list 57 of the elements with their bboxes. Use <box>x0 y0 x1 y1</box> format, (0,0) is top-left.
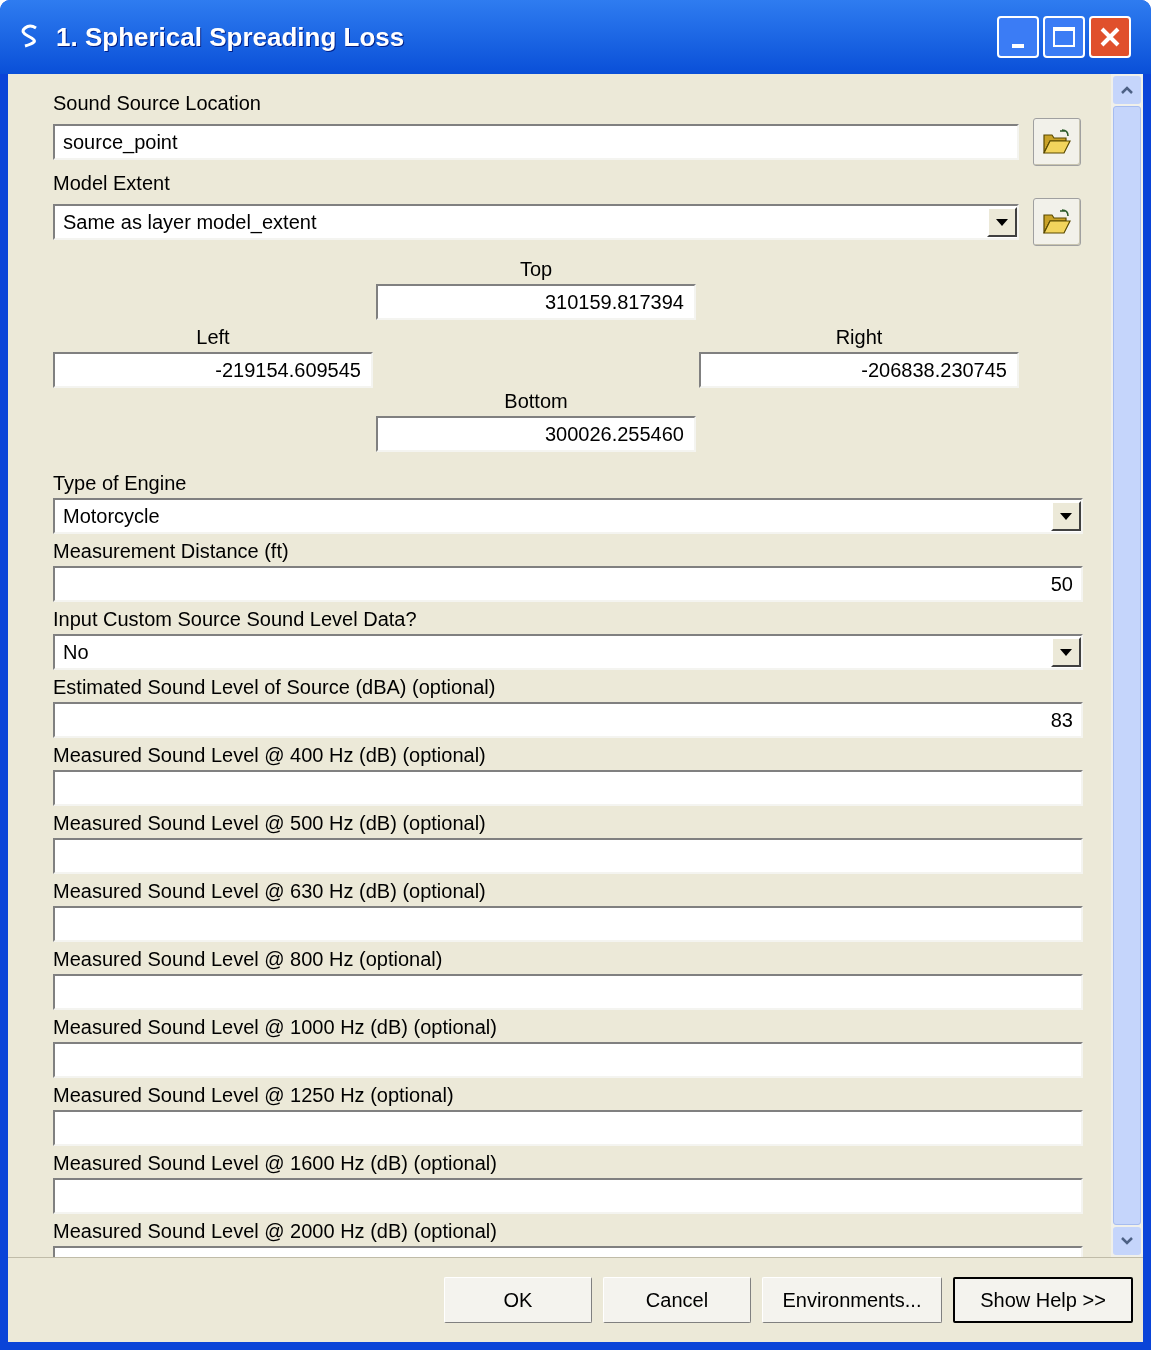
close-icon <box>1099 26 1121 48</box>
extent-field[interactable]: 310159.817394 <box>376 284 696 320</box>
input-field[interactable] <box>53 906 1083 942</box>
input-field[interactable]: 50 <box>53 566 1083 602</box>
input-field[interactable] <box>53 1178 1083 1214</box>
minimize-button[interactable] <box>997 16 1039 58</box>
dialog-button[interactable]: Cancel <box>603 1277 751 1323</box>
field-label: Measured Sound Level @ 500 Hz (dB) (optional) <box>53 811 487 836</box>
dialog-button[interactable]: OK <box>444 1277 592 1323</box>
caret-down-icon <box>1060 512 1072 520</box>
field-label: Measured Sound Level @ 1250 Hz (optional) <box>53 1083 455 1108</box>
dropdown-field[interactable]: No <box>53 634 1083 670</box>
scrollbar[interactable] <box>1111 74 1143 1257</box>
field-label: Measured Sound Level @ 1600 Hz (dB) (optional) <box>53 1151 498 1176</box>
dropdown-field[interactable]: Same as layer model_extent <box>53 204 1019 240</box>
caret-down-icon <box>996 218 1008 226</box>
input-field[interactable] <box>53 974 1083 1010</box>
input-field[interactable] <box>53 838 1083 874</box>
browse-button[interactable] <box>1033 118 1081 166</box>
close-button[interactable] <box>1089 16 1131 58</box>
folder-icon <box>1042 209 1072 235</box>
extent-field[interactable]: 300026.255460 <box>376 416 696 452</box>
extent-label: Right <box>835 325 883 350</box>
field-label: Estimated Sound Level of Source (dBA) (optional) <box>53 675 497 700</box>
input-field[interactable]: source_point <box>53 124 1019 160</box>
scroll-up-icon <box>1121 86 1133 94</box>
extent-label: Left <box>196 325 230 350</box>
extent-label: Bottom <box>504 389 568 414</box>
dialog-button[interactable]: Show Help >> <box>953 1277 1133 1323</box>
dropdown-field[interactable]: Motorcycle <box>53 498 1083 534</box>
input-field[interactable] <box>53 770 1083 806</box>
maximize-button[interactable] <box>1043 16 1085 58</box>
dropdown-button[interactable] <box>1051 501 1081 531</box>
input-field[interactable]: 83 <box>53 702 1083 738</box>
dropdown-button[interactable] <box>1051 637 1081 667</box>
folder-icon <box>1042 129 1072 155</box>
field-label: Sound Source Location <box>53 91 262 116</box>
scroll-down-icon <box>1121 1237 1133 1245</box>
field-label: Measured Sound Level @ 2000 Hz (dB) (optional) <box>53 1219 498 1244</box>
field-label: Model Extent <box>53 171 171 196</box>
input-field[interactable] <box>53 1042 1083 1078</box>
extent-field[interactable]: -206838.230745 <box>699 352 1019 388</box>
window-title: 1. Spherical Spreading Loss <box>56 20 405 54</box>
field-label: Measurement Distance (ft) <box>53 539 290 564</box>
field-label: Measured Sound Level @ 800 Hz (optional) <box>53 947 444 972</box>
field-label: Input Custom Source Sound Level Data? <box>53 607 418 632</box>
field-label: Measured Sound Level @ 400 Hz (dB) (optional) <box>53 743 487 768</box>
field-label: Type of Engine <box>53 471 188 496</box>
field-label: Measured Sound Level @ 630 Hz (dB) (optional) <box>53 879 487 904</box>
browse-button[interactable] <box>1033 198 1081 246</box>
input-field[interactable] <box>53 1110 1083 1146</box>
extent-field[interactable]: -219154.609545 <box>53 352 373 388</box>
dialog-button[interactable]: Environments... <box>762 1277 942 1323</box>
field-label: Measured Sound Level @ 1000 Hz (dB) (optional) <box>53 1015 498 1040</box>
extent-label: Top <box>519 257 553 282</box>
dropdown-button[interactable] <box>987 207 1017 237</box>
caret-down-icon <box>1060 648 1072 656</box>
